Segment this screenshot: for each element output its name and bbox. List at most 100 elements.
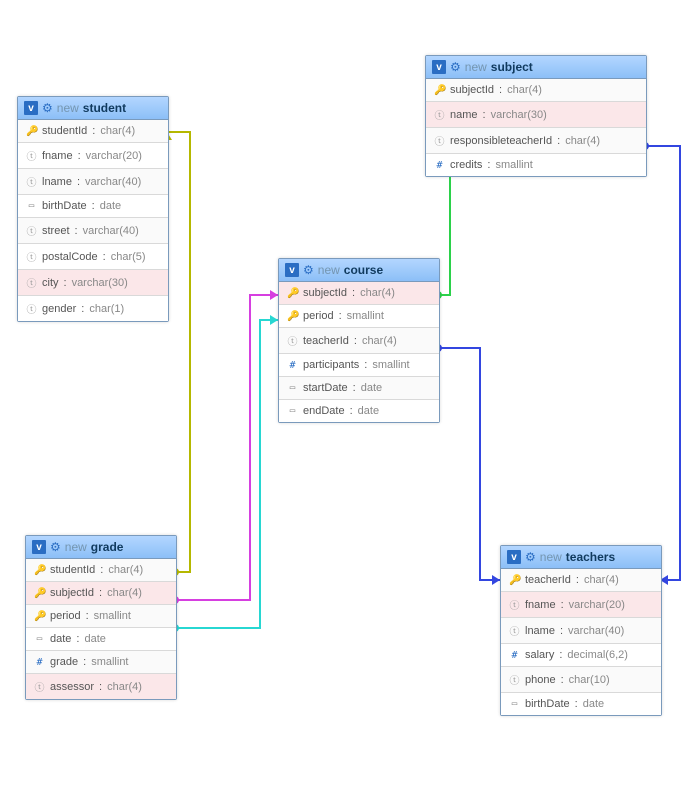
table-header-teachers[interactable]: v⚙new teachers (501, 546, 661, 569)
column-row[interactable]: ⓣlname : varchar(40) (18, 169, 168, 195)
column-row[interactable]: 🔑studentId : char(4) (18, 120, 168, 143)
connector (171, 290, 278, 604)
column-row[interactable]: ▭endDate : date (279, 400, 439, 422)
column-row[interactable]: ⓣteacherId : char(4) (279, 328, 439, 354)
column-name: endDate (303, 405, 345, 417)
column-row[interactable]: ▭birthDate : date (18, 195, 168, 218)
column-row[interactable]: ⓣcity : varchar(30) (18, 270, 168, 296)
column-row[interactable]: 🔑period : smallint (279, 305, 439, 328)
column-name: credits (450, 159, 482, 171)
column-name: assessor (50, 681, 94, 693)
column-type: smallint (94, 610, 131, 622)
column-row[interactable]: 🔑subjectId : char(4) (426, 79, 646, 102)
gear-icon[interactable]: ⚙ (303, 263, 314, 277)
gear-icon[interactable]: ⚙ (525, 550, 536, 564)
table-teachers[interactable]: v⚙new teachers🔑teacherId : char(4) ⓣ fname… (500, 545, 662, 716)
gear-icon[interactable]: ⚙ (450, 60, 461, 74)
connector (171, 315, 278, 632)
column-type: varchar(30) (72, 277, 128, 289)
column-row[interactable]: ⓣphone : char(10) (501, 667, 661, 693)
text-icon: ⓣ (34, 679, 45, 694)
date-icon: ▭ (509, 699, 520, 709)
column-name: subjectId (303, 287, 347, 299)
table-header-student[interactable]: v⚙new student (18, 97, 168, 120)
date-icon: ▭ (287, 383, 298, 393)
key-icon: 🔑 (26, 126, 37, 137)
gear-icon[interactable]: ⚙ (50, 540, 61, 554)
column-name: teacherId (303, 335, 349, 347)
table-name: subject (491, 60, 533, 74)
table-student[interactable]: v⚙new student🔑studentId : char(4)ⓣfname … (17, 96, 169, 322)
text-icon: ⓣ (26, 275, 37, 290)
column-row[interactable]: ⓣlname : varchar(40) (501, 618, 661, 644)
table-course[interactable]: v⚙new course🔑subjectId : char(4)🔑period … (278, 258, 440, 423)
column-row[interactable]: 🔑subjectId : char(4) (279, 282, 439, 305)
column-row[interactable]: ⓣstreet : varchar(40) (18, 218, 168, 244)
column-row[interactable]: ⓣfname : varchar(20) (501, 592, 661, 618)
column-type: smallint (347, 310, 384, 322)
text-icon: ⓣ (26, 301, 37, 316)
table-header-course[interactable]: v⚙new course (279, 259, 439, 282)
column-type: char(10) (569, 674, 610, 686)
column-type: char(4) (362, 335, 397, 347)
column-name: startDate (303, 382, 348, 394)
gear-icon[interactable]: ⚙ (42, 101, 53, 115)
column-type: smallint (495, 159, 532, 171)
column-type: date (583, 698, 604, 710)
column-row[interactable]: 🔑teacherId : char(4) (501, 569, 661, 592)
table-header-subject[interactable]: v⚙new subject (426, 56, 646, 79)
table-name: course (344, 263, 383, 277)
column-row[interactable]: ⓣresponsibleteacherId : char(4) (426, 128, 646, 154)
column-name: studentId (42, 125, 87, 137)
column-row[interactable]: ▭birthDate : date (501, 693, 661, 715)
column-row[interactable]: 🔑studentId : char(4) (26, 559, 176, 582)
table-grade[interactable]: v⚙new grade🔑studentId : char(4)🔑subjectI… (25, 535, 177, 700)
column-type: char(4) (100, 125, 135, 137)
key-icon: 🔑 (509, 575, 520, 586)
table-subject[interactable]: v⚙new subject🔑subjectId : char(4)ⓣname :… (425, 55, 647, 177)
column-row[interactable]: 🔑period : smallint (26, 605, 176, 628)
column-name: city (42, 277, 59, 289)
column-name: salary (525, 649, 554, 661)
column-name: street (42, 225, 70, 237)
key-icon: 🔑 (34, 565, 45, 576)
column-name: fname (525, 599, 556, 611)
column-name: phone (525, 674, 556, 686)
column-row[interactable]: ▭startDate : date (279, 377, 439, 400)
view-badge-icon: v (432, 60, 446, 74)
column-name: subjectId (50, 587, 94, 599)
column-type: varchar(40) (568, 625, 624, 637)
column-row[interactable]: #participants : smallint (279, 354, 439, 377)
column-row[interactable]: 🔑subjectId : char(4) (26, 582, 176, 605)
column-row[interactable]: ⓣname : varchar(30) (426, 102, 646, 128)
column-row[interactable]: #grade : smallint (26, 651, 176, 674)
text-icon: ⓣ (509, 597, 520, 612)
column-row[interactable]: #salary : decimal(6,2) (501, 644, 661, 667)
date-icon: ▭ (26, 201, 37, 211)
column-name: lname (525, 625, 555, 637)
column-name: participants (303, 359, 359, 371)
num-icon: # (287, 360, 298, 371)
column-type: char(5) (111, 251, 146, 263)
column-type: char(4) (565, 135, 600, 147)
column-row[interactable]: ▭date : date (26, 628, 176, 651)
column-name: lname (42, 176, 72, 188)
column-row[interactable]: ⓣgender : char(1) (18, 296, 168, 321)
column-type: char(4) (584, 574, 619, 586)
column-type: decimal(6,2) (567, 649, 628, 661)
column-row[interactable]: ⓣassessor : char(4) (26, 674, 176, 699)
table-name: student (83, 101, 126, 115)
column-type: varchar(40) (85, 176, 141, 188)
column-type: char(4) (108, 564, 143, 576)
column-row[interactable]: ⓣpostalCode : char(5) (18, 244, 168, 270)
column-name: gender (42, 303, 76, 315)
schema-prefix: new (57, 101, 79, 115)
column-type: date (361, 382, 382, 394)
num-icon: # (34, 657, 45, 668)
table-header-grade[interactable]: v⚙new grade (26, 536, 176, 559)
column-row[interactable]: ⓣfname : varchar(20) (18, 143, 168, 169)
table-name: grade (91, 540, 124, 554)
column-type: varchar(40) (83, 225, 139, 237)
column-name: date (50, 633, 71, 645)
column-row[interactable]: #credits : smallint (426, 154, 646, 176)
